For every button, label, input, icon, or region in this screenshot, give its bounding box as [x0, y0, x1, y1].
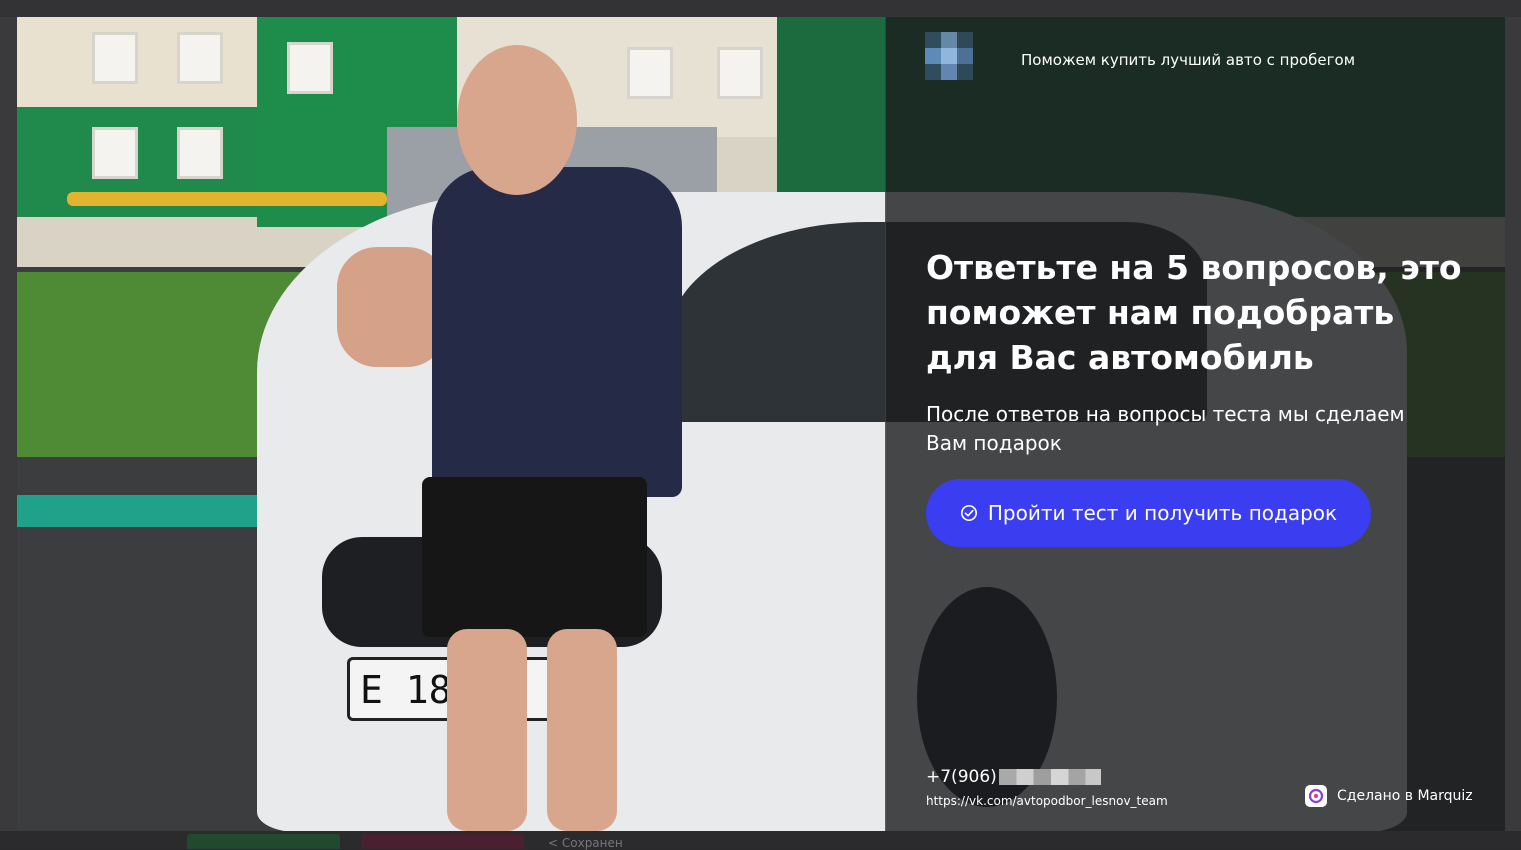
photo-person-shorts: [422, 477, 647, 637]
content-divider: [885, 17, 886, 831]
backdrop-save-text: < Сохранен: [548, 836, 623, 850]
photo-window: [177, 32, 223, 84]
made-with-marquiz[interactable]: Сделано в Marquiz: [1305, 785, 1473, 807]
photo-window: [92, 32, 138, 84]
photo-window: [717, 47, 763, 99]
start-quiz-label: Пройти тест и получить подарок: [987, 501, 1338, 525]
tagline: Поможем купить лучший авто с пробегом: [1021, 51, 1356, 69]
check-circle-icon: [960, 504, 977, 522]
quiz-subline: После ответов на вопросы теста мы сделае…: [926, 402, 1405, 455]
photo-person-leg: [447, 629, 527, 831]
phone-redacted-mask: [998, 769, 1101, 785]
backdrop-green-button: [187, 834, 340, 849]
backdrop-red-button: [361, 834, 524, 849]
photo-window: [177, 127, 223, 179]
photo-gas-pipe: [67, 192, 387, 206]
backdrop-top-bar: [0, 0, 1521, 17]
photo-person-head: [457, 45, 577, 195]
photo-window: [627, 47, 673, 99]
photo-curb: [17, 495, 297, 527]
photo-person-shirt: [432, 167, 682, 497]
photo-person-leg: [547, 629, 617, 831]
marquiz-label: Сделано в Marquiz: [1337, 788, 1473, 804]
photo-person-arm: [337, 247, 447, 367]
quiz-modal: E 180 Поможем купить лучший авто с пробе…: [17, 17, 1505, 831]
phone-number[interactable]: +7(906): [926, 767, 1101, 787]
vk-link[interactable]: https://vk.com/avtopodbor_lesnov_team: [926, 794, 1168, 808]
photo-window: [92, 127, 138, 179]
phone-prefix: +7(906): [926, 767, 997, 787]
marquiz-logo-icon: [1305, 785, 1327, 807]
photo-window: [287, 42, 333, 94]
quiz-headline: Ответьте на 5 вопросов, это поможет нам …: [926, 248, 1462, 377]
brand-logo: [925, 32, 973, 82]
start-quiz-button[interactable]: Пройти тест и получить подарок: [926, 479, 1371, 547]
